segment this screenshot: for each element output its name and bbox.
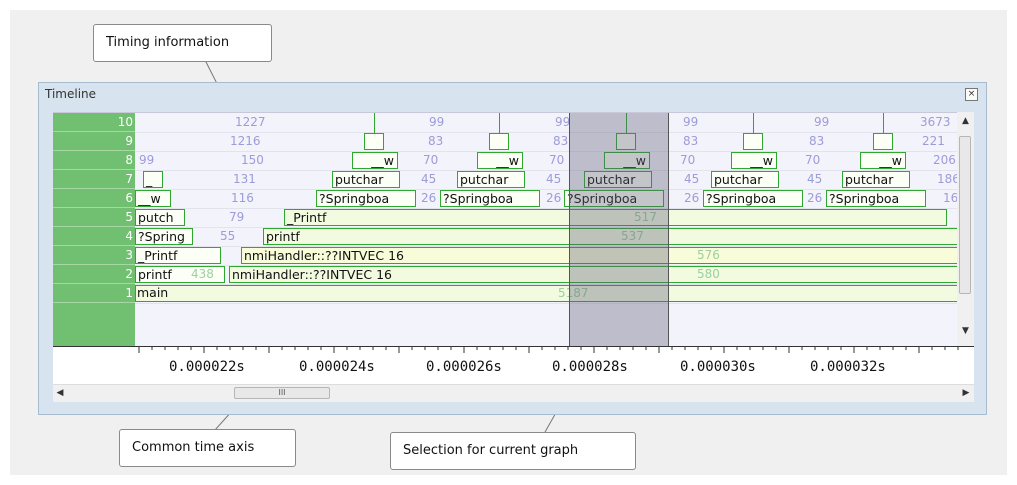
timing-value: 83 <box>683 134 699 148</box>
timing-value: 1227 <box>235 115 266 129</box>
axis-tick-label: 0.000032s <box>810 359 886 375</box>
timing-value: 26 <box>807 191 823 205</box>
call-connector <box>499 113 500 133</box>
timing-value: 99 <box>555 115 571 129</box>
callout-selection-for-current-graph: Selection for current graph <box>390 432 636 470</box>
axis-tick-label: 0.000028s <box>552 359 628 375</box>
timing-value: 438 <box>191 267 214 281</box>
call-springboard[interactable]: ?Springboa <box>703 190 803 207</box>
call-label-main: main <box>137 285 169 300</box>
call-w[interactable]: __w <box>352 152 398 169</box>
row-number: 3 <box>53 246 135 265</box>
scroll-up-icon[interactable]: ▲ <box>957 116 974 126</box>
timing-value: 26 <box>421 191 437 205</box>
timing-value: 1216 <box>230 134 261 148</box>
row-number: 8 <box>53 151 135 170</box>
row-separator <box>53 303 957 304</box>
timing-value: 3673 <box>920 115 951 129</box>
scroll-left-icon[interactable]: ◀ <box>53 388 67 398</box>
axis-ticks <box>138 347 959 353</box>
timing-value: 131 <box>233 172 256 186</box>
timing-value: 55 <box>220 229 236 243</box>
call-putchar[interactable]: putchar <box>457 171 525 188</box>
timing-value: 45 <box>421 172 437 186</box>
row-number: 4 <box>53 227 135 246</box>
timing-value: 79 <box>229 210 245 224</box>
callout-common-time-axis: Common time axis <box>119 429 296 467</box>
call-springboard[interactable]: ?Springboa <box>826 190 926 207</box>
call-w[interactable]: __w <box>477 152 523 169</box>
axis-tick-label: 0.000022s <box>169 359 245 375</box>
timing-value: 70 <box>549 153 565 167</box>
scroll-down-icon[interactable]: ▼ <box>957 326 974 336</box>
panel-title: Timeline <box>45 87 97 101</box>
call-putchar[interactable]: putchar <box>842 171 910 188</box>
timing-value: 16 <box>943 191 957 205</box>
timing-value: 45 <box>684 172 700 186</box>
horizontal-scroll-thumb[interactable]: III <box>234 387 330 399</box>
timing-value: 45 <box>546 172 562 186</box>
timing-value: 99 <box>429 115 445 129</box>
row-number: 6 <box>53 189 135 208</box>
horizontal-scrollbar[interactable]: ◀ III ▶ <box>53 384 974 402</box>
timing-value: 70 <box>423 153 439 167</box>
timeline-panel: Timeline × 10 9 8 7 6 5 4 3 2 1 main 518… <box>38 82 987 415</box>
call-w[interactable]: __w <box>135 190 171 207</box>
vertical-scrollbar[interactable]: ▲ ▼ <box>957 112 974 346</box>
timing-value: 45 <box>807 172 823 186</box>
row-number: 9 <box>53 132 135 151</box>
vertical-scroll-thumb[interactable] <box>959 136 971 294</box>
timing-value: 221 <box>922 134 945 148</box>
call-label: printf <box>138 267 172 282</box>
callout-timing-information: Timing information <box>93 24 272 62</box>
call-stub[interactable] <box>873 133 893 150</box>
timing-value: 70 <box>805 153 821 167</box>
axis-tick-label: 0.000024s <box>299 359 375 375</box>
row-number-filler <box>53 303 135 347</box>
call-springboard[interactable]: ?Spring <box>135 228 193 245</box>
row-number: 7 <box>53 170 135 189</box>
close-icon[interactable]: × <box>965 88 978 101</box>
call-w[interactable]: __w <box>860 152 906 169</box>
call-stub[interactable] <box>489 133 509 150</box>
timing-value: 99 <box>814 115 830 129</box>
call-putchar[interactable]: putch <box>135 209 185 226</box>
axis-tick-label: 0.000026s <box>426 359 502 375</box>
row-number: 2 <box>53 265 135 284</box>
timing-value: 186 <box>937 172 957 186</box>
call-connector <box>883 113 884 133</box>
timing-value: 70 <box>680 153 696 167</box>
timing-value: 99 <box>683 115 699 129</box>
row-number: 1 <box>53 284 135 303</box>
timing-value: 206 <box>933 153 956 167</box>
timing-value: 26 <box>684 191 700 205</box>
call-putchar[interactable]: putchar <box>711 171 779 188</box>
call-stub[interactable]: _ <box>143 171 163 188</box>
call-stub[interactable] <box>743 133 763 150</box>
row-number: 5 <box>53 208 135 227</box>
call-printf-inner[interactable]: _Printf <box>135 247 221 264</box>
time-axis: 0.000022s 0.000024s 0.000026s 0.000028s … <box>53 346 974 385</box>
call-putchar[interactable]: putchar <box>332 171 400 188</box>
timing-value: 83 <box>428 134 444 148</box>
call-springboard[interactable]: ?Springboa <box>440 190 540 207</box>
timing-value: 116 <box>231 191 254 205</box>
timing-value: 26 <box>546 191 562 205</box>
timing-value: 150 <box>241 153 264 167</box>
call-connector <box>374 113 375 133</box>
scroll-right-icon[interactable]: ▶ <box>959 388 973 398</box>
timeline-graph[interactable]: 10 9 8 7 6 5 4 3 2 1 main 5187 printf 43… <box>53 112 957 347</box>
timing-value: 580 <box>697 267 720 281</box>
timing-value: 83 <box>809 134 825 148</box>
selection-region[interactable] <box>569 113 669 347</box>
timing-value: 83 <box>553 134 569 148</box>
call-w[interactable]: __w <box>731 152 777 169</box>
call-springboard[interactable]: ?Springboa <box>316 190 416 207</box>
call-connector <box>753 113 754 133</box>
axis-tick-label: 0.000030s <box>680 359 756 375</box>
row-number: 10 <box>53 113 135 132</box>
timing-value: 99 <box>139 153 155 167</box>
timing-value: 576 <box>697 248 720 262</box>
call-stub[interactable] <box>364 133 384 150</box>
